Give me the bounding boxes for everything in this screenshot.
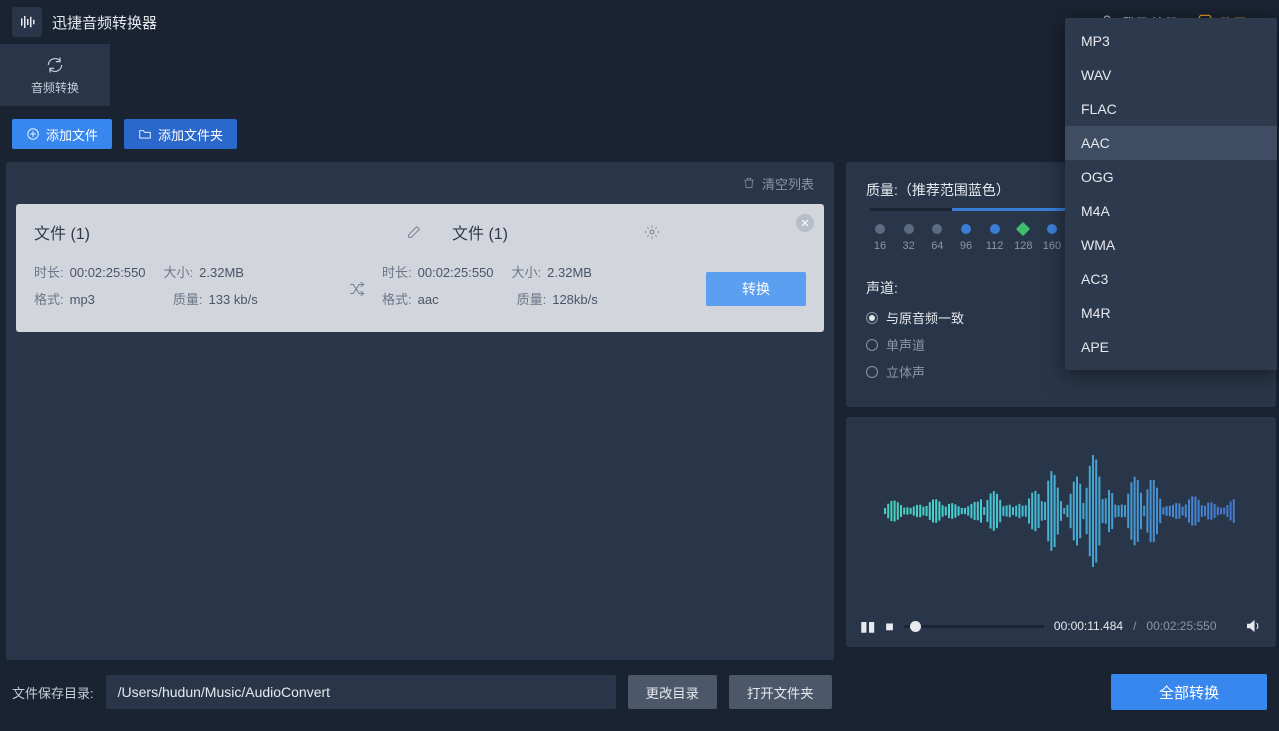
stop-icon[interactable]: ■ bbox=[885, 618, 893, 634]
swap-icon[interactable] bbox=[348, 280, 368, 298]
time-sep: / bbox=[1133, 619, 1136, 633]
quality-stop-32[interactable]: 32 bbox=[895, 224, 923, 252]
format-option-ape[interactable]: APE bbox=[1065, 330, 1277, 364]
player-controls: ▮▮ ■ 00:00:11.484 / 00:02:25:550 bbox=[846, 605, 1276, 647]
convert-all-button[interactable]: 全部转换 bbox=[1111, 674, 1267, 710]
format-option-flac[interactable]: FLAC bbox=[1065, 92, 1277, 126]
quality-stop-160[interactable]: 160 bbox=[1038, 224, 1066, 252]
volume-icon[interactable] bbox=[1244, 617, 1262, 635]
format-option-wav[interactable]: WAV bbox=[1065, 58, 1277, 92]
save-path-field[interactable]: /Users/hudun/Music/AudioConvert bbox=[106, 675, 616, 709]
app-title: 迅捷音频转换器 bbox=[52, 12, 157, 33]
add-file-button[interactable]: 添加文件 bbox=[12, 119, 112, 149]
time-current: 00:00:11.484 bbox=[1054, 619, 1123, 633]
format-option-m4r[interactable]: M4R bbox=[1065, 296, 1277, 330]
app-logo-icon bbox=[12, 7, 42, 37]
time-total: 00:02:25:550 bbox=[1146, 619, 1216, 633]
waveform bbox=[846, 417, 1276, 605]
bottom-bar: 文件保存目录: /Users/hudun/Music/AudioConvert … bbox=[0, 660, 1279, 724]
format-option-mp3[interactable]: MP3 bbox=[1065, 24, 1277, 58]
gear-icon[interactable] bbox=[644, 224, 660, 240]
src-info: 时长:00:02:25:550大小:2.32MB 格式:mp3质量:133 kb… bbox=[34, 262, 334, 316]
close-icon[interactable]: ✕ bbox=[796, 214, 814, 232]
quality-stop-96[interactable]: 96 bbox=[952, 224, 980, 252]
dst-info: 时长:00:02:25:550大小:2.32MB 格式:aac质量:128kb/… bbox=[382, 262, 642, 316]
plus-circle-icon bbox=[26, 127, 40, 141]
format-dropdown[interactable]: MP3WAVFLACAACOGGM4AWMAAC3M4RAPE bbox=[1065, 18, 1277, 370]
src-filename: 文件 (1) bbox=[34, 220, 394, 244]
file-item: ✕ 文件 (1) 文件 (1) 时长:00:02:25:550大小:2.32MB… bbox=[16, 204, 824, 332]
format-option-ogg[interactable]: OGG bbox=[1065, 160, 1277, 194]
format-option-aac[interactable]: AAC bbox=[1065, 126, 1277, 160]
add-folder-button[interactable]: 添加文件夹 bbox=[124, 119, 237, 149]
quality-stop-64[interactable]: 64 bbox=[923, 224, 951, 252]
clear-list-button[interactable]: 清空列表 bbox=[6, 162, 834, 204]
format-option-m4a[interactable]: M4A bbox=[1065, 194, 1277, 228]
quality-stop-112[interactable]: 112 bbox=[981, 224, 1009, 252]
tab-label: 音频转换 bbox=[31, 79, 79, 96]
convert-button[interactable]: 转换 bbox=[706, 272, 806, 306]
change-dir-button[interactable]: 更改目录 bbox=[628, 675, 717, 709]
quality-stop-128[interactable]: 128 bbox=[1009, 224, 1037, 252]
quality-stop-16[interactable]: 16 bbox=[866, 224, 894, 252]
format-option-wma[interactable]: WMA bbox=[1065, 228, 1277, 262]
save-dir-label: 文件保存目录: bbox=[12, 683, 94, 702]
file-list-panel: 清空列表 ✕ 文件 (1) 文件 (1) 时长:00:02:25:550大小:2… bbox=[6, 162, 834, 660]
format-option-ac3[interactable]: AC3 bbox=[1065, 262, 1277, 296]
trash-icon bbox=[742, 176, 756, 190]
refresh-icon bbox=[45, 55, 65, 75]
edit-icon[interactable] bbox=[406, 224, 422, 240]
preview-panel: ▮▮ ■ 00:00:11.484 / 00:02:25:550 bbox=[846, 417, 1276, 647]
progress-bar[interactable] bbox=[904, 625, 1044, 628]
pause-icon[interactable]: ▮▮ bbox=[860, 618, 875, 635]
open-folder-button[interactable]: 打开文件夹 bbox=[729, 675, 832, 709]
folder-icon bbox=[138, 127, 152, 141]
dst-filename: 文件 (1) bbox=[452, 220, 622, 244]
app-logo: 迅捷音频转换器 bbox=[12, 7, 157, 37]
tab-audio-convert[interactable]: 音频转换 bbox=[0, 44, 110, 106]
